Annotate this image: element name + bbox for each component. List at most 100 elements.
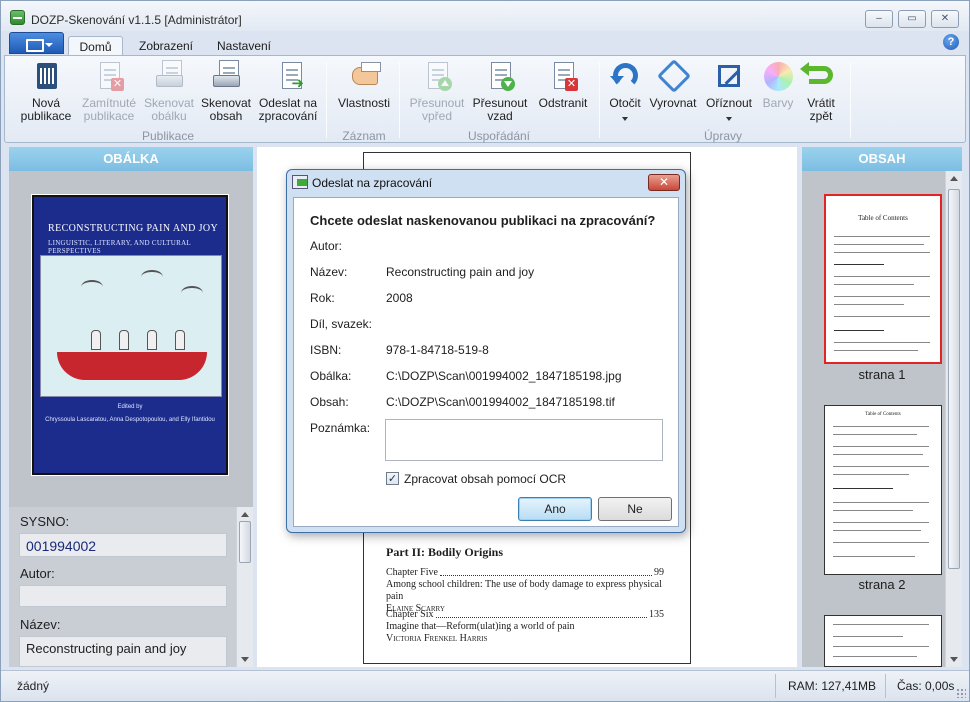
- scan-cover-button[interactable]: Skenovat obálku: [138, 60, 200, 123]
- minimize-button[interactable]: ‒: [865, 10, 893, 28]
- ocr-checkbox-label[interactable]: Zpracovat obsah pomocí OCR: [404, 472, 566, 486]
- note-textarea[interactable]: [385, 419, 663, 461]
- rejected-publications-button[interactable]: ✕ Zamítnuté publikace: [77, 60, 141, 123]
- scan-cover-label: Skenovat obálku: [143, 96, 195, 123]
- thumbnail-heading: Table of Contents: [865, 412, 901, 417]
- ribbon: Nová publikace ✕ Zamítnuté publikace Ske…: [4, 55, 966, 143]
- bird-shape: [181, 286, 203, 300]
- dialog-title: Odeslat na zpracování: [312, 176, 433, 190]
- yes-button[interactable]: Ano: [518, 497, 592, 521]
- content-panel: OBSAH Table of Contents strana 1 Table o…: [802, 147, 962, 667]
- status-bar: žádný RAM: 127,41MB Čas: 0,00s: [1, 670, 969, 701]
- text-line: [834, 342, 930, 343]
- move-forward-button[interactable]: Přesunout vpřed: [405, 60, 469, 123]
- straighten-button[interactable]: Vyrovnat: [647, 59, 699, 110]
- cover-edited-by: Edited by: [117, 404, 143, 410]
- straighten-icon: [657, 59, 691, 93]
- text-line: [834, 236, 930, 237]
- title-label: Název:: [20, 617, 61, 632]
- colors-button[interactable]: Barvy: [757, 60, 799, 110]
- thumbnail-caption-2: strana 2: [858, 577, 906, 592]
- cover-image[interactable]: RECONSTRUCTING PAIN AND JOY LINGUISTIC, …: [32, 195, 228, 475]
- minimize-icon: ‒: [876, 13, 882, 24]
- app-menu-button[interactable]: [9, 32, 64, 54]
- properties-button[interactable]: Vlastnosti: [333, 60, 395, 110]
- move-backward-button[interactable]: Přesunout vzad: [469, 60, 531, 123]
- toc-title: Imagine that—Reform(ulat)ing a world of …: [386, 621, 575, 632]
- arrow-down-icon: [501, 77, 515, 91]
- page-thumbnail-1[interactable]: Table of Contents: [824, 194, 942, 364]
- no-button[interactable]: Ne: [598, 497, 672, 521]
- scroll-down-icon[interactable]: [241, 657, 249, 662]
- volume-label: Díl, svazek:: [310, 317, 373, 331]
- delete-icon: ✕: [565, 78, 578, 91]
- cover-panel: OBÁLKA RECONSTRUCTING PAIN AND JOY LINGU…: [9, 147, 253, 667]
- scroll-thumb[interactable]: [948, 189, 960, 569]
- scroll-up-icon[interactable]: [950, 176, 958, 181]
- text-line: [833, 474, 909, 475]
- close-button[interactable]: ✕: [931, 10, 959, 28]
- tab-zobrazeni[interactable]: Zobrazení: [128, 36, 204, 56]
- text-line: [834, 316, 930, 317]
- cover-path-value: C:\DOZP\Scan\001994002_1847185198.jpg: [386, 369, 622, 383]
- title-bar: DOZP-Skenování v1.1.5 [Administrátor] ‒ …: [1, 1, 969, 31]
- author-field[interactable]: [19, 585, 227, 607]
- metadata-area: SYSNO: 001994002 Autor: Název: Reconstru…: [9, 507, 253, 667]
- text-line: [833, 530, 921, 531]
- status-text: žádný: [17, 679, 50, 693]
- color-wheel-icon: [764, 62, 793, 91]
- rotate-button[interactable]: Otočit: [603, 60, 647, 121]
- close-icon: ✕: [940, 13, 950, 24]
- remove-button[interactable]: ✕ Odstranit: [533, 60, 593, 110]
- status-separator: [775, 674, 776, 698]
- crop-icon: [718, 65, 740, 87]
- page-thumbnail-3[interactable]: [824, 615, 942, 667]
- ribbon-tabs: Domů Zobrazení Nastavení ?: [1, 31, 969, 56]
- ribbon-separator: [326, 62, 327, 138]
- scroll-up-icon[interactable]: [241, 512, 249, 517]
- toc-chapter: Chapter Six: [386, 609, 434, 620]
- toc-page: 99: [654, 567, 664, 578]
- remove-label: Odstranit: [538, 96, 588, 110]
- page-thumbnail-2[interactable]: Table of Contents: [824, 405, 942, 575]
- undo-button[interactable]: Vrátit zpět: [799, 60, 843, 123]
- rejected-publications-label: Zamítnuté publikace: [81, 96, 137, 123]
- scan-content-button[interactable]: Skenovat obsah: [197, 60, 255, 123]
- new-publication-button[interactable]: Nová publikace: [15, 60, 77, 123]
- group-label-usporadani: Uspořádání: [467, 129, 531, 143]
- send-to-processing-button[interactable]: ➜ Odeslat na zpracování: [255, 60, 321, 123]
- app-icon: [10, 10, 25, 25]
- text-line: [833, 466, 929, 467]
- dialog-close-button[interactable]: ✕: [648, 174, 680, 191]
- text-line: [834, 276, 930, 277]
- thumbnails-scrollbar[interactable]: [945, 171, 962, 667]
- new-publication-label: Nová publikace: [20, 96, 72, 123]
- rotate-label: Otočit: [609, 96, 641, 110]
- metadata-scrollbar[interactable]: [236, 507, 253, 667]
- text-line: [834, 296, 930, 297]
- text-line: [833, 542, 929, 543]
- title-field[interactable]: Reconstructing pain and joy: [19, 636, 227, 667]
- text-line: [833, 454, 923, 455]
- toc-title: Among school children: The use of body d…: [386, 579, 662, 602]
- help-icon[interactable]: ?: [943, 34, 959, 50]
- cover-subtitle: LINGUISTIC, LITERARY, AND CULTURAL PERSP…: [48, 239, 191, 255]
- maximize-button[interactable]: ▭: [898, 10, 926, 28]
- sysno-field[interactable]: 001994002: [19, 533, 227, 557]
- scroll-thumb[interactable]: [239, 521, 251, 563]
- crop-button[interactable]: Oříznout: [701, 60, 757, 121]
- scanner-icon: [156, 75, 183, 87]
- crop-label: Oříznout: [705, 96, 753, 110]
- tab-nastaveni[interactable]: Nastavení: [207, 36, 281, 56]
- scroll-down-icon[interactable]: [950, 657, 958, 662]
- ocr-checkbox[interactable]: ✓: [386, 472, 399, 485]
- barcode-icon: [37, 63, 57, 89]
- undo-label: Vrátit zpět: [807, 96, 835, 123]
- tab-domu[interactable]: Domů: [68, 36, 123, 56]
- resize-grip[interactable]: [956, 688, 966, 698]
- isbn-label: ISBN:: [310, 343, 342, 357]
- ship-shape: [57, 352, 207, 380]
- cover-path-label: Obálka:: [310, 369, 352, 383]
- ram-usage: RAM: 127,41MB: [788, 679, 877, 693]
- dialog-title-bar[interactable]: Odeslat na zpracování ✕: [287, 170, 685, 196]
